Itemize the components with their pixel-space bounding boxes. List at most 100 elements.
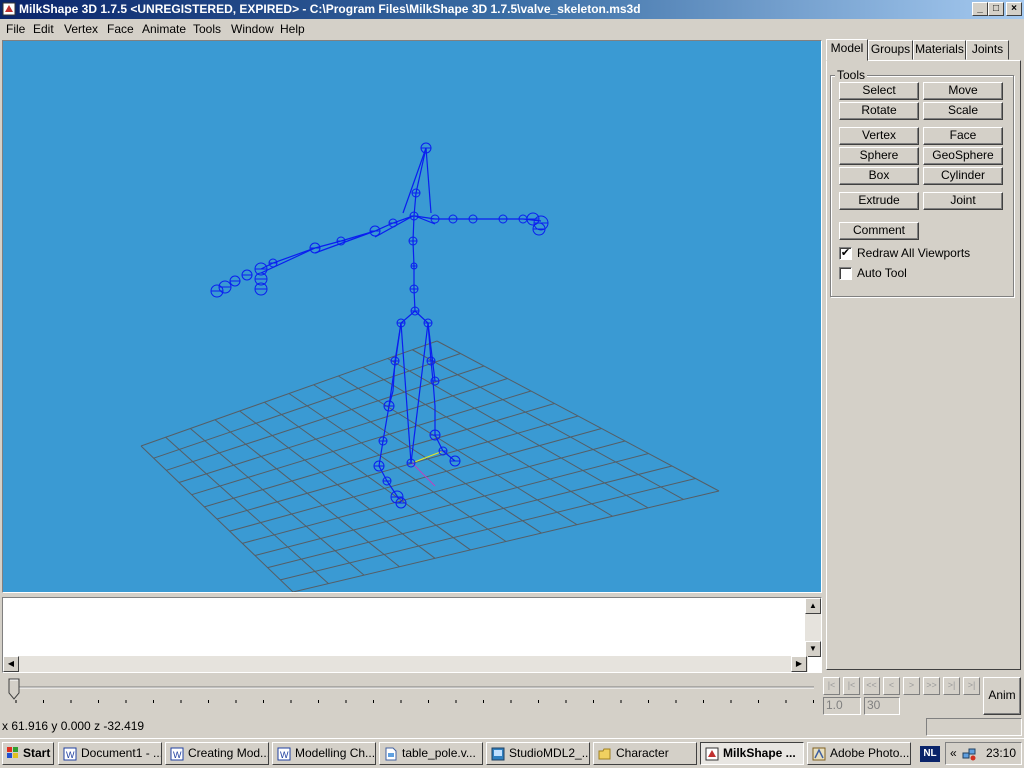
skeleton-joints	[210, 142, 549, 509]
next-key-button[interactable]: >|	[943, 677, 960, 695]
network-icon[interactable]	[962, 747, 976, 761]
tab-joints[interactable]: Joints	[966, 40, 1009, 60]
log-vertical-scrollbar[interactable]: ▲ ▼	[805, 598, 821, 657]
redraw-all-viewports-label: Redraw All Viewports	[857, 246, 971, 260]
grid-line	[280, 478, 696, 581]
taskbar-item-label: Creating Mod...	[188, 746, 269, 760]
extrude-button[interactable]: Extrude	[839, 192, 919, 210]
svg-text:W: W	[280, 750, 289, 760]
auto-tool-label: Auto Tool	[857, 266, 907, 280]
taskbar-item-adobe-photoshop[interactable]: Adobe Photo...	[807, 742, 911, 765]
grid-line	[292, 490, 720, 592]
timeline-slider-thumb[interactable]	[8, 678, 20, 700]
redraw-all-viewports-checkbox[interactable]: ✔	[839, 247, 852, 260]
status-bar: x 61.916 y 0.000 z -32.419	[0, 717, 1024, 737]
milkshape-icon	[705, 747, 719, 761]
start-label: Start	[23, 746, 51, 760]
timeline-track	[12, 686, 814, 703]
rewind-button[interactable]: <<	[863, 677, 880, 695]
word-icon: W	[277, 747, 291, 761]
taskbar-item-studiomdl2[interactable]: StudioMDL2_...	[486, 742, 590, 765]
geosphere-button[interactable]: GeoSphere	[923, 147, 1003, 165]
close-button[interactable]: ×	[1006, 2, 1022, 16]
menu-file[interactable]: File	[6, 22, 25, 36]
title-bar[interactable]: MilkShape 3D 1.7.5 <UNREGISTERED, EXPIRE…	[0, 0, 1024, 19]
rotate-button[interactable]: Rotate	[839, 102, 919, 120]
tab-model[interactable]: Model	[826, 39, 868, 61]
file-icon	[385, 747, 397, 761]
app-icon	[491, 747, 505, 761]
prev-frame-button[interactable]: <	[883, 677, 900, 695]
taskbar-item-document1[interactable]: W Document1 - ...	[58, 742, 162, 765]
move-button[interactable]: Move	[923, 82, 1003, 100]
word-icon: W	[170, 747, 184, 761]
cylinder-button[interactable]: Cylinder	[923, 167, 1003, 185]
tab-groups[interactable]: Groups	[868, 40, 913, 60]
taskbar-item-label: Document1 - ...	[81, 746, 162, 760]
taskbar-item-modelling-ch[interactable]: W Modelling Ch...	[272, 742, 376, 765]
menu-help[interactable]: Help	[280, 22, 305, 36]
next-frame-button[interactable]: >	[903, 677, 920, 695]
anim-button[interactable]: Anim	[983, 677, 1021, 715]
current-frame-field[interactable]: 1.0	[823, 697, 861, 715]
menu-tools[interactable]: Tools	[193, 22, 221, 36]
taskbar-item-character[interactable]: Character	[593, 742, 697, 765]
scroll-right-button[interactable]: ▶	[791, 656, 807, 672]
menu-vertex[interactable]: Vertex	[64, 22, 98, 36]
last-frame-button[interactable]: >|	[963, 677, 980, 695]
scroll-up-button[interactable]: ▲	[805, 598, 821, 614]
viewport-scene	[140, 142, 720, 592]
3d-viewport[interactable]	[2, 40, 822, 593]
model-tab-content: Tools Select Move Rotate Scale Vertex Fa…	[826, 60, 1021, 670]
tools-group-label: Tools	[835, 68, 868, 82]
scale-button[interactable]: Scale	[923, 102, 1003, 120]
taskbar-item-label: Modelling Ch...	[295, 746, 376, 760]
joint-button[interactable]: Joint	[923, 192, 1003, 210]
grid-line	[412, 349, 684, 500]
log-pane[interactable]: ▲ ▼ ◀ ▶	[2, 597, 822, 673]
taskbar-item-label: Character	[616, 746, 669, 760]
taskbar: Start W Document1 - ... W Creating Mod..…	[0, 738, 1024, 768]
status-cell	[926, 718, 1022, 736]
comment-button[interactable]: Comment	[839, 222, 919, 240]
language-indicator[interactable]: NL	[920, 746, 940, 762]
taskbar-item-label: Adobe Photo...	[830, 746, 910, 760]
maximize-button[interactable]: □	[988, 2, 1004, 16]
menu-animate[interactable]: Animate	[142, 22, 186, 36]
total-frames-field[interactable]: 30	[864, 697, 900, 715]
photoshop-icon	[812, 747, 826, 761]
sphere-button[interactable]: Sphere	[839, 147, 919, 165]
taskbar-item-creating-mod[interactable]: W Creating Mod...	[165, 742, 269, 765]
log-horizontal-scrollbar[interactable]: ◀ ▶	[3, 656, 808, 672]
first-frame-button[interactable]: |<	[823, 677, 840, 695]
box-button[interactable]: Box	[839, 167, 919, 185]
folder-icon	[598, 748, 611, 760]
milkshape-icon	[2, 2, 16, 16]
menu-face[interactable]: Face	[107, 22, 134, 36]
fast-forward-button[interactable]: >>	[923, 677, 940, 695]
taskbar-item-table-pole[interactable]: table_pole.v...	[379, 742, 483, 765]
scroll-down-button[interactable]: ▼	[805, 641, 821, 657]
tab-materials[interactable]: Materials	[913, 40, 966, 60]
system-tray: « 23:10	[945, 742, 1022, 765]
windows-flag-icon	[7, 747, 18, 758]
tray-expand-icon[interactable]: «	[950, 743, 957, 763]
grid-line	[387, 358, 649, 509]
auto-tool-checkbox[interactable]	[839, 267, 852, 280]
minimize-button[interactable]: _	[972, 2, 988, 16]
select-button[interactable]: Select	[839, 82, 919, 100]
menu-window[interactable]: Window	[231, 22, 274, 36]
taskbar-item-milkshape[interactable]: MilkShape ...	[700, 742, 804, 765]
window-title: MilkShape 3D 1.7.5 <UNREGISTERED, EXPIRE…	[19, 2, 641, 16]
taskbar-item-label: table_pole.v...	[402, 746, 476, 760]
properties-panel: Model Groups Materials Joints Tools Sele…	[826, 39, 1024, 670]
vertex-button[interactable]: Vertex	[839, 127, 919, 145]
prev-key-button[interactable]: |<	[843, 677, 860, 695]
face-button[interactable]: Face	[923, 127, 1003, 145]
scroll-left-button[interactable]: ◀	[3, 656, 19, 672]
ground-grid	[140, 340, 720, 592]
start-button[interactable]: Start	[2, 742, 54, 765]
menu-edit[interactable]: Edit	[33, 22, 54, 36]
svg-text:W: W	[173, 750, 182, 760]
animation-timeline[interactable]	[2, 676, 822, 716]
